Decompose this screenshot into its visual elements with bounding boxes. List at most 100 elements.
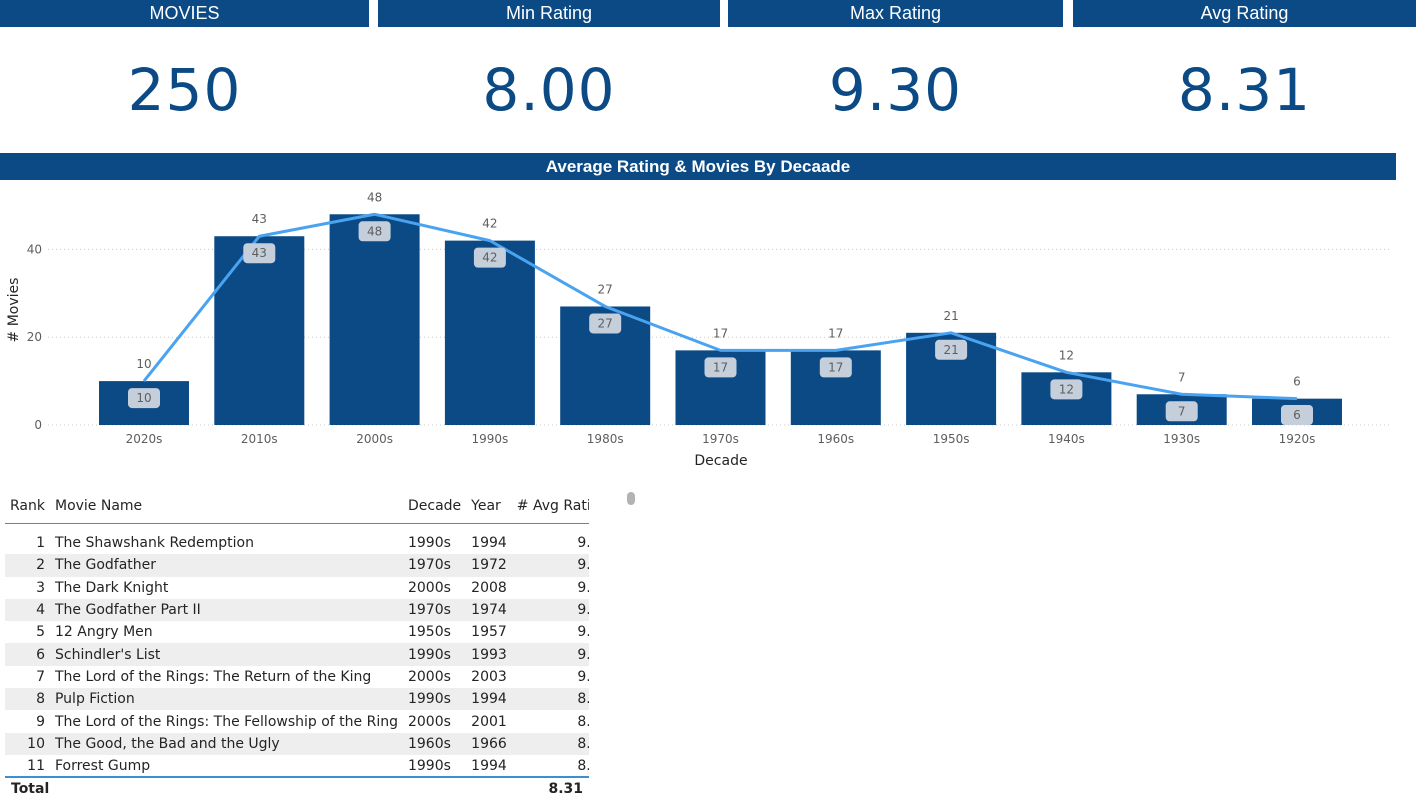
rank-cell: 10 (5, 732, 50, 755)
year-cell: 2008 (471, 579, 507, 596)
x-tick-label: 2020s (126, 432, 163, 446)
rank-cell: 8 (5, 688, 50, 711)
decade-combo-chart[interactable]: 0 20 40 # Movies Decade 2020s 10 2010s 43 2000s 48… (0, 182, 1400, 472)
bar-data-label: 43 (252, 212, 267, 226)
decade-cell: 1970s (402, 598, 467, 622)
rank-cell: 11 (27, 758, 45, 775)
line-point-label: 17 (828, 360, 843, 374)
decade-cell: 1990s (402, 688, 467, 711)
x-tick-label: 1960s (817, 432, 854, 446)
x-tick-label: 1920s (1279, 432, 1316, 446)
bar[interactable] (214, 236, 305, 425)
y-tick-label: 0 (34, 418, 42, 432)
table-row[interactable]: 11 Forrest Gump 1990s 1994 8.80 (5, 755, 589, 777)
movie-name-cell: The Shawshank Redemption (54, 535, 254, 552)
table-row[interactable]: 1 The Shawshank Redemption 1990s 1994 9.30 (5, 532, 589, 554)
table-row[interactable]: 8Pulp Fiction1990s19948.90 (5, 688, 589, 711)
table-row[interactable]: 10 The Good, the Bad and the Ugly 1960s 196… (5, 732, 589, 755)
table-header-row: Rank Movie Name Decade Year # Avg Rating (5, 490, 589, 524)
rank-cell: 4 (5, 598, 50, 622)
column-header-rank[interactable]: Rank (5, 490, 50, 524)
table-row[interactable]: 3 The Dark Knight 2000s 2008 9.00 (5, 577, 589, 599)
scrollbar-thumb[interactable] (627, 492, 635, 505)
x-tick-label: 1930s (1163, 432, 1200, 446)
decade-cell: 1990s (402, 643, 467, 666)
decade-cell: 1990s (407, 758, 451, 775)
total-label: Total (11, 781, 50, 797)
rank-cell: 9 (36, 713, 45, 730)
x-tick-label: 1980s (587, 432, 624, 446)
bar-data-label: 48 (367, 190, 382, 204)
rank-cell: 7 (36, 668, 45, 685)
avg-rating-cell: 9.00 (511, 643, 589, 666)
decade-cell: 2000s (407, 713, 451, 730)
line-point-label: 17 (713, 360, 728, 374)
year-cell: 1974 (466, 598, 512, 622)
line-point-label: 43 (252, 246, 267, 260)
bar[interactable] (444, 240, 535, 425)
year-cell: 1993 (466, 643, 512, 666)
line-point-label: 42 (482, 251, 497, 265)
decade-cell: 1960s (402, 732, 467, 755)
top-movies-table[interactable]: Rank Movie Name Decade Year # Avg Rating… (5, 490, 589, 800)
avg-rating-cell: 9.30 (577, 535, 589, 552)
kpi-movies-value: 250 (127, 56, 242, 124)
rank-cell: 3 (36, 579, 45, 596)
table-row[interactable]: 2The Godfather1970s19729.20 (5, 554, 589, 577)
y-axis-title: # Movies (6, 278, 22, 343)
bar-data-label: 42 (482, 217, 497, 231)
column-header-movie-name[interactable]: Movie Name (49, 490, 403, 524)
year-cell: 1994 (466, 688, 512, 711)
movie-name-cell: The Godfather (49, 554, 403, 577)
x-tick-label: 1990s (472, 432, 509, 446)
bar[interactable] (329, 214, 420, 425)
line-point-label: 6 (1293, 408, 1301, 422)
movie-name-cell: The Lord of the Rings: The Fellowship of… (54, 713, 398, 730)
table-row[interactable]: 4The Godfather Part II1970s19749.00 (5, 598, 589, 622)
movie-name-cell: The Godfather Part II (49, 598, 403, 622)
decade-cell: 1950s (407, 624, 451, 641)
bar-data-label: 10 (136, 357, 151, 371)
avg-rating-cell: 9.00 (577, 668, 589, 685)
movie-name-cell: Schindler's List (49, 643, 403, 666)
line-point-label: 7 (1178, 404, 1186, 418)
rank-cell: 2 (5, 554, 50, 577)
movie-name-cell: The Good, the Bad and the Ugly (49, 732, 403, 755)
rank-cell: 1 (36, 535, 45, 552)
year-cell: 2003 (471, 668, 507, 685)
year-cell: 1994 (471, 758, 507, 775)
movie-name-cell: The Dark Knight (54, 579, 169, 596)
line-point-label: 27 (598, 316, 613, 330)
column-header-year[interactable]: Year (466, 490, 512, 524)
year-cell: 1994 (471, 535, 507, 552)
x-tick-label: 1970s (702, 432, 739, 446)
y-tick-label: 40 (27, 242, 42, 256)
line-point-label: 21 (943, 343, 958, 357)
rank-cell: 6 (5, 643, 50, 666)
bar-data-label: 7 (1178, 370, 1186, 384)
column-header-avg-rating[interactable]: # Avg Rating (511, 490, 589, 524)
table-row[interactable]: 7 The Lord of the Rings: The Return of th… (5, 666, 589, 688)
year-cell: 1957 (471, 624, 507, 641)
kpi-min-rating-header: Min Rating (378, 0, 720, 27)
avg-rating-cell: 9.00 (577, 579, 589, 596)
decade-cell: 2000s (407, 668, 451, 685)
avg-rating-cell: 8.80 (577, 758, 589, 775)
bar-data-label: 17 (713, 326, 728, 340)
decade-cell: 2000s (407, 579, 451, 596)
x-tick-label: 1940s (1048, 432, 1085, 446)
bar-data-label: 6 (1293, 375, 1301, 389)
movie-name-cell: 12 Angry Men (54, 624, 153, 641)
kpi-min-rating-value: 8.00 (482, 56, 616, 124)
avg-rating-cell: 9.20 (511, 554, 589, 577)
avg-rating-cell: 9.00 (511, 598, 589, 622)
column-header-decade[interactable]: Decade (402, 490, 467, 524)
movie-name-cell: Forrest Gump (54, 758, 151, 775)
table-row[interactable]: 6Schindler's List1990s19939.00 (5, 643, 589, 666)
x-tick-label: 2010s (241, 432, 278, 446)
avg-rating-cell: 8.90 (577, 713, 589, 730)
x-axis-title: Decade (694, 453, 747, 469)
x-tick-label: 2000s (356, 432, 393, 446)
table-row[interactable]: 9 The Lord of the Rings: The Fellowship o… (5, 710, 589, 732)
table-row[interactable]: 5 12 Angry Men 1950s 1957 9.00 (5, 621, 589, 643)
